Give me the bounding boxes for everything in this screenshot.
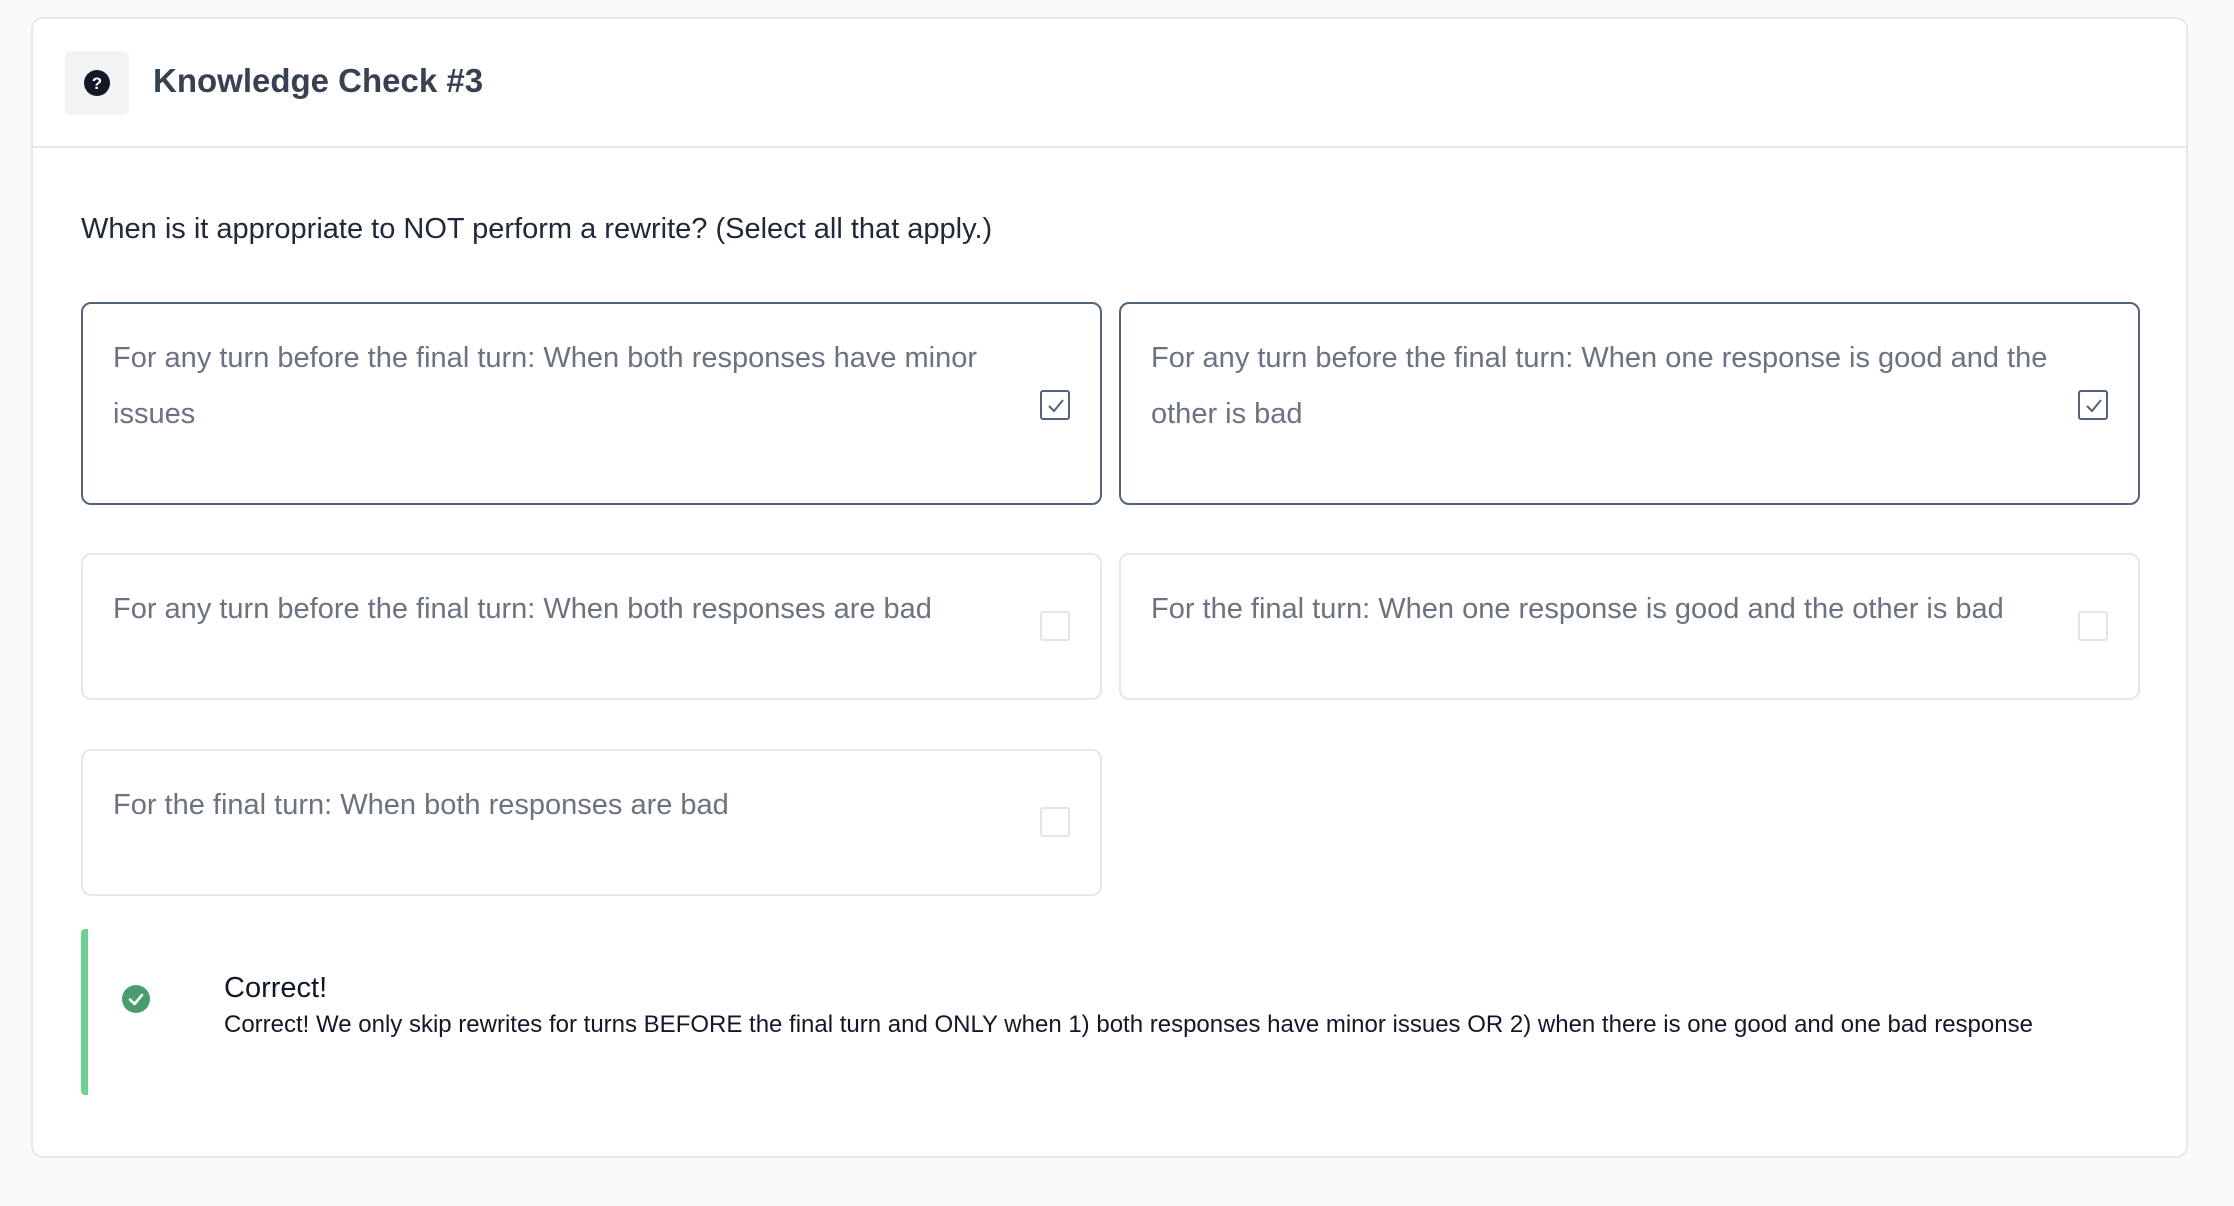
option-checkbox[interactable]	[1040, 807, 1070, 837]
option-final-both-bad[interactable]: For the final turn: When both responses …	[81, 749, 1102, 896]
feedback-title: Correct!	[224, 972, 328, 1004]
feedback-message: Correct! We only skip rewrites for turns…	[224, 1011, 2033, 1038]
card-header: ? Knowledge Check #3	[33, 19, 2186, 148]
option-checkbox[interactable]	[1040, 390, 1070, 420]
option-checkbox[interactable]	[1040, 611, 1070, 641]
option-label: For the final turn: When one response is…	[1151, 593, 2004, 625]
option-final-one-good-one-bad[interactable]: For the final turn: When one response is…	[1119, 553, 2140, 700]
page-title: Knowledge Check #3	[153, 62, 484, 99]
svg-text:?: ?	[92, 74, 102, 93]
knowledge-check-card: ? Knowledge Check #3 When is it appropri…	[31, 17, 2188, 1158]
check-circle-icon	[122, 985, 150, 1018]
option-label: For any turn before the final turn: When…	[113, 593, 932, 625]
header-icon-box: ?	[65, 51, 129, 115]
option-checkbox[interactable]	[2078, 390, 2108, 420]
feedback-alert: Correct! Correct! We only skip rewrites …	[81, 929, 2171, 1095]
question-text: When is it appropriate to NOT perform a …	[81, 213, 993, 245]
option-before-final-both-bad[interactable]: For any turn before the final turn: When…	[81, 553, 1102, 700]
option-label: For any turn before the final turn: When…	[1151, 342, 2048, 430]
option-before-final-both-minor-issues[interactable]: For any turn before the final turn: When…	[81, 302, 1102, 505]
option-label: For any turn before the final turn: When…	[113, 342, 978, 430]
option-before-final-one-good-one-bad[interactable]: For any turn before the final turn: When…	[1119, 302, 2140, 505]
checkmark-icon	[2086, 399, 2102, 413]
option-label: For the final turn: When both responses …	[113, 789, 729, 821]
checkmark-icon	[1048, 399, 1064, 413]
option-checkbox[interactable]	[2078, 611, 2108, 641]
